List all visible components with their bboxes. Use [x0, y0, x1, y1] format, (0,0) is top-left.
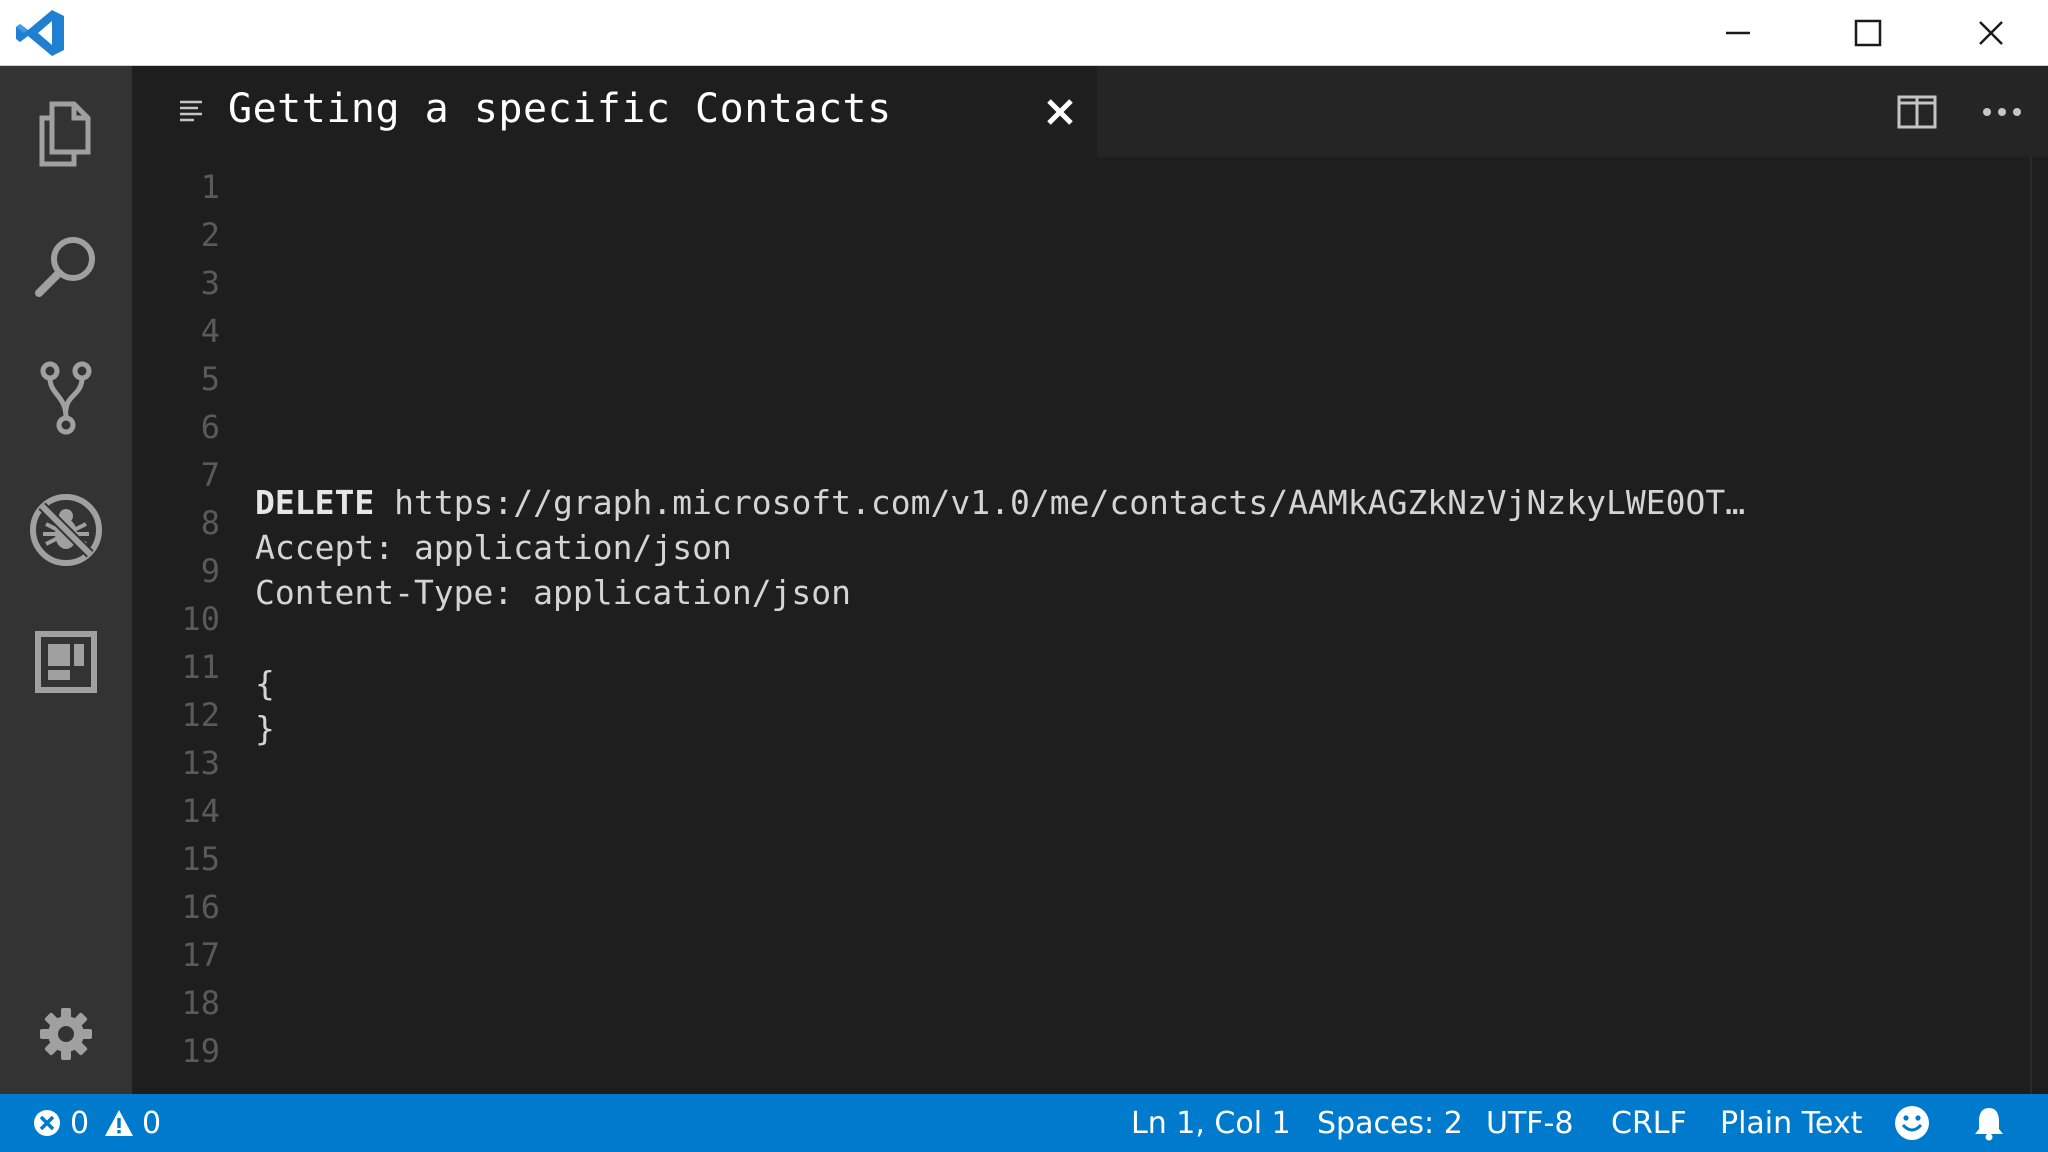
feedback-button[interactable]	[1893, 1094, 1931, 1152]
warning-count: 0	[142, 1105, 162, 1141]
smiley-icon	[1895, 1106, 1929, 1140]
more-ellipsis-icon	[1983, 108, 2021, 116]
search-icon	[35, 237, 95, 297]
line-number: 6	[200, 408, 220, 446]
line-number: 2	[200, 216, 220, 254]
status-language-mode[interactable]: Plain Text	[1720, 1094, 1862, 1152]
status-indentation[interactable]: Spaces: 2	[1317, 1094, 1463, 1152]
tab-label: Getting a specific Contacts	[228, 86, 892, 132]
error-count: 0	[70, 1105, 90, 1141]
line-number: 3	[200, 264, 220, 302]
bell-icon	[1975, 1108, 2003, 1141]
activity-bar	[0, 66, 132, 1094]
line-number: 14	[181, 792, 220, 830]
line-number-gutter: 1 2 3 4 5 6 7 8 9 10 11 12 13 14 15 16 1…	[132, 157, 228, 1094]
line-number: 11	[181, 648, 220, 686]
status-line-ending[interactable]: CRLF	[1611, 1094, 1687, 1152]
line-number: 8	[200, 504, 220, 542]
line-number: 1	[200, 168, 220, 206]
vertical-scrollbar[interactable]	[2030, 157, 2032, 1094]
line-number: 13	[181, 744, 220, 782]
line-number: 17	[181, 936, 220, 974]
line-number: 9	[200, 552, 220, 590]
activity-search[interactable]	[0, 206, 132, 326]
vscode-logo-icon	[14, 6, 68, 60]
status-encoding[interactable]: UTF-8	[1486, 1094, 1573, 1152]
activity-debug[interactable]	[0, 470, 132, 590]
minimize-button[interactable]	[1673, 0, 1803, 65]
split-editor-button[interactable]	[1892, 90, 1942, 134]
notifications-button[interactable]	[1972, 1094, 2006, 1152]
code-line-open-brace[interactable]: {	[255, 661, 275, 707]
close-icon	[1978, 20, 2003, 45]
line-number: 16	[181, 888, 220, 926]
status-warnings[interactable]: 0	[104, 1094, 161, 1152]
tab-getting-a-specific-contacts[interactable]: Getting a specific Contacts	[132, 66, 1097, 157]
extensions-icon	[35, 631, 97, 693]
line-number: 5	[200, 360, 220, 398]
status-bar: 0 0 Ln 1, Col 1 Spaces: 2 UTF-8 CRLF Pla…	[0, 1094, 2048, 1152]
no-bug-icon	[30, 494, 102, 566]
warning-icon	[105, 1110, 133, 1136]
activity-explorer[interactable]	[0, 74, 132, 194]
vscode-window: Getting a specific Contacts 1 2 3 4 5 6 …	[0, 0, 2048, 1152]
editor-tab-strip: Getting a specific Contacts	[132, 66, 2048, 157]
editor-area[interactable]: 1 2 3 4 5 6 7 8 9 10 11 12 13 14 15 16 1…	[132, 157, 2048, 1094]
line-number: 7	[200, 456, 220, 494]
error-circle-icon	[34, 1110, 60, 1136]
line-number: 10	[181, 600, 220, 638]
split-editor-icon	[1897, 95, 1937, 129]
code-line-request[interactable]: DELETE https://graph.microsoft.com/v1.0/…	[255, 480, 1745, 526]
more-actions-button[interactable]	[1977, 90, 2027, 134]
code-line-accept-header[interactable]: Accept: application/json	[255, 525, 732, 571]
minimize-icon	[1726, 31, 1750, 34]
line-number: 19	[181, 1032, 220, 1070]
maximize-button[interactable]	[1803, 0, 1933, 65]
activity-extensions[interactable]	[0, 602, 132, 722]
line-number: 15	[181, 840, 220, 878]
code-line-close-brace[interactable]: }	[255, 706, 275, 752]
files-icon	[39, 101, 91, 167]
gear-icon	[40, 1008, 92, 1060]
line-number: 12	[181, 696, 220, 734]
close-icon	[1047, 99, 1073, 125]
http-method: DELETE	[255, 483, 375, 522]
git-branch-icon	[40, 361, 92, 435]
manage-settings-button[interactable]	[0, 974, 132, 1094]
code-line-content-type-header[interactable]: Content-Type: application/json	[255, 570, 851, 616]
text-file-icon	[178, 98, 204, 124]
maximize-icon	[1854, 19, 1882, 46]
close-window-button[interactable]	[1933, 0, 2048, 65]
activity-source-control[interactable]	[0, 338, 132, 458]
request-url: https://graph.microsoft.com/v1.0/me/cont…	[374, 483, 1746, 522]
status-errors[interactable]: 0	[32, 1094, 89, 1152]
status-cursor-position[interactable]: Ln 1, Col 1	[1131, 1094, 1291, 1152]
line-number: 4	[200, 312, 220, 350]
line-number: 18	[181, 984, 220, 1022]
title-bar	[0, 0, 2048, 66]
tab-close-button[interactable]	[1040, 92, 1080, 132]
